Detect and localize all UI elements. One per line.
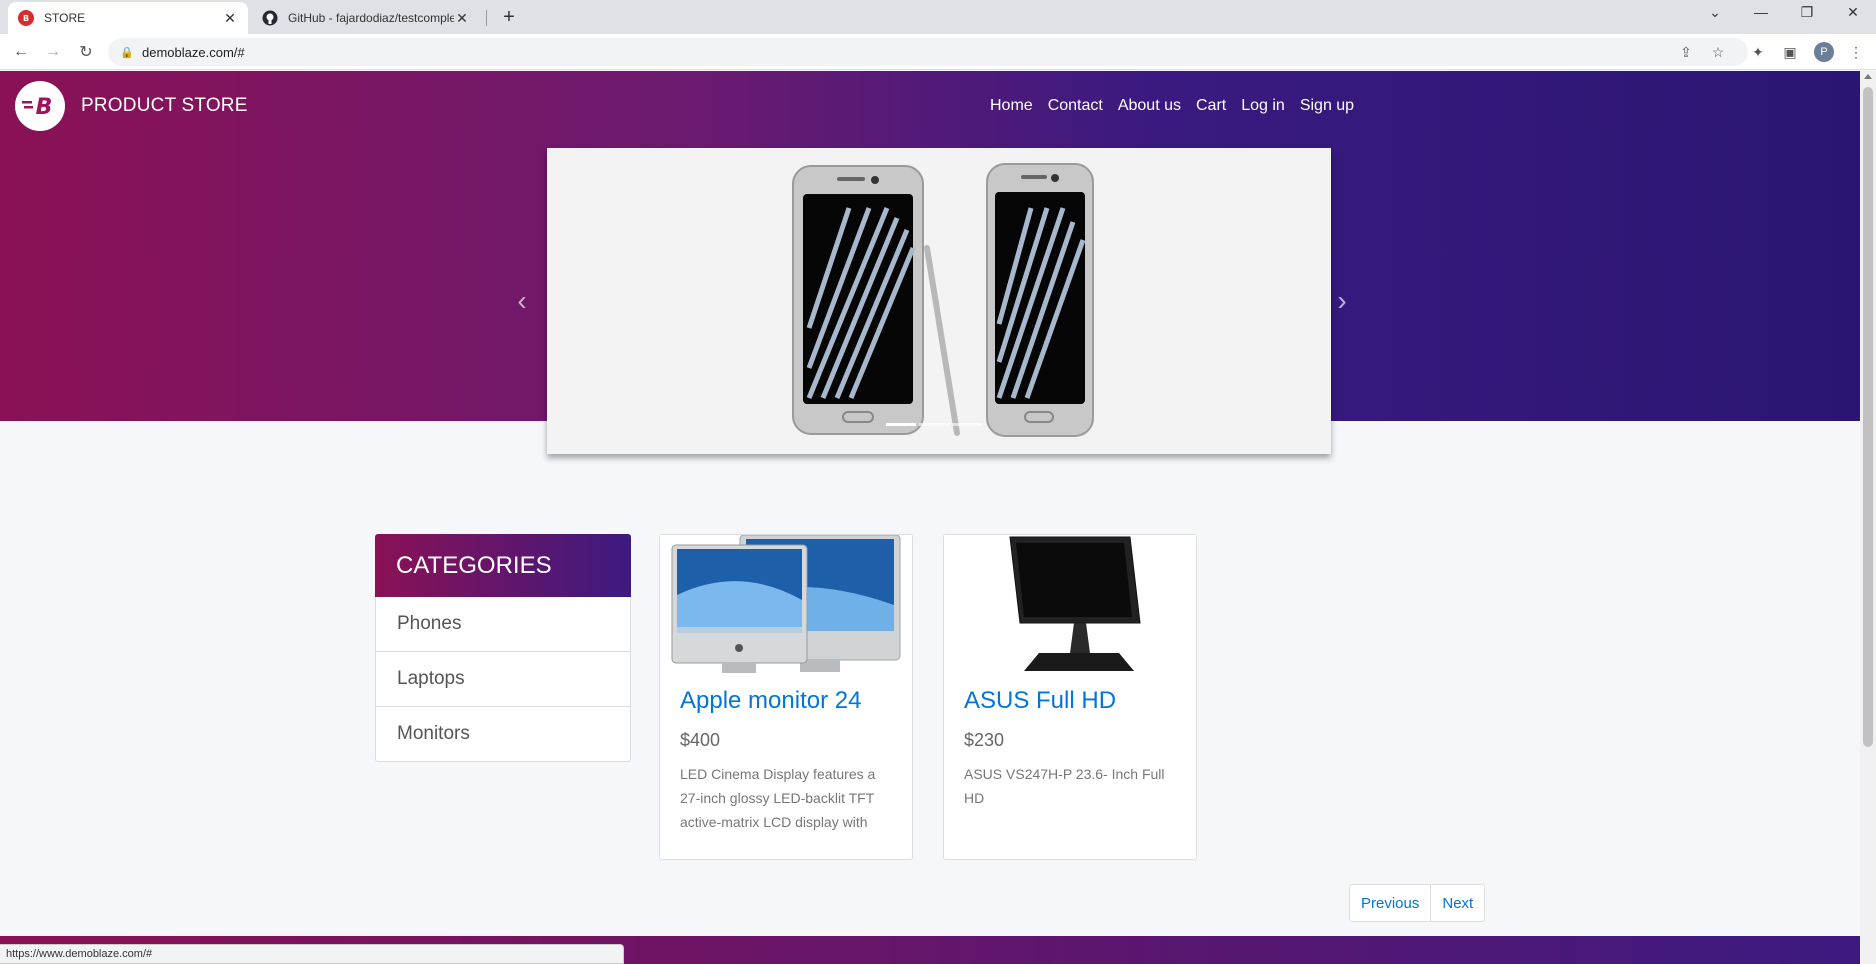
categories-panel: CATEGORIES Phones Laptops Monitors (375, 534, 631, 762)
close-tab-icon[interactable]: ✕ (454, 10, 470, 27)
restore-icon[interactable]: ❐ (1792, 4, 1822, 21)
nav-about-us[interactable]: About us (1118, 97, 1181, 115)
carousel-indicators (886, 423, 985, 426)
product-image[interactable] (944, 535, 1196, 675)
status-bar: https://www.demoblaze.com/# (0, 944, 624, 964)
brand[interactable]: B PRODUCT STORE (15, 81, 248, 131)
product-price: $230 (964, 730, 1005, 750)
tab-title: GitHub - fajardodiaz/testcomplet (288, 11, 454, 25)
carousel-next-icon[interactable]: › (1332, 285, 1352, 317)
tab-strip: B STORE ✕ GitHub - fajardodiaz/testcompl… (0, 0, 1876, 34)
svg-text:B: B (23, 14, 29, 23)
extensions-icon[interactable]: ✦ (1748, 42, 1768, 62)
close-tab-icon[interactable]: ✕ (222, 10, 238, 27)
store-favicon-icon: B (18, 10, 34, 26)
nav-log-in[interactable]: Log in (1241, 97, 1285, 115)
side-panel-icon[interactable]: ▣ (1780, 42, 1800, 62)
main-nav: Home Contact About us Cart Log in Sign u… (990, 97, 1369, 115)
github-favicon-icon (262, 10, 278, 26)
tab-separator (486, 10, 487, 26)
address-bar[interactable]: 🔒 demoblaze.com/# (108, 38, 1748, 66)
nav-contact[interactable]: Contact (1048, 97, 1103, 115)
page-viewport: B PRODUCT STORE Home Contact About us Ca… (0, 71, 1860, 964)
close-window-icon[interactable]: ✕ (1838, 4, 1868, 21)
share-icon[interactable]: ⇪ (1676, 42, 1696, 62)
reload-icon[interactable]: ↻ (74, 40, 98, 64)
carousel-slide (547, 148, 1331, 454)
nav-home[interactable]: Home (990, 97, 1033, 115)
menu-icon[interactable]: ⋮ (1846, 42, 1866, 62)
product-title[interactable]: Apple monitor 24 (680, 687, 861, 715)
nav-sign-up[interactable]: Sign up (1300, 97, 1354, 115)
product-title[interactable]: ASUS Full HD (964, 687, 1116, 715)
bookmark-star-icon[interactable]: ☆ (1708, 42, 1728, 62)
nav-cart[interactable]: Cart (1196, 97, 1226, 115)
carousel-indicator[interactable] (952, 423, 982, 426)
url-text: demoblaze.com/# (142, 44, 245, 60)
brand-name: PRODUCT STORE (81, 95, 248, 116)
product-price: $400 (680, 730, 721, 750)
category-laptops[interactable]: Laptops (375, 652, 631, 707)
tab-store[interactable]: B STORE ✕ (8, 2, 248, 34)
categories-heading: CATEGORIES (375, 534, 631, 597)
minimize-icon[interactable]: — (1746, 4, 1776, 20)
carousel-indicator[interactable] (886, 423, 916, 426)
back-icon[interactable]: ← (9, 40, 33, 64)
profile-avatar[interactable]: P (1814, 42, 1834, 62)
scrollbar-thumb[interactable] (1863, 87, 1873, 747)
carousel-indicator[interactable] (919, 423, 949, 426)
product-image[interactable] (660, 535, 912, 675)
previous-button[interactable]: Previous (1349, 884, 1432, 922)
status-url: https://www.demoblaze.com/# (6, 948, 153, 960)
brand-logo-icon: B (15, 81, 65, 131)
new-tab-icon[interactable]: + (498, 6, 520, 29)
product-description: ASUS VS247H-P 23.6- Inch Full HD (964, 766, 1165, 806)
svg-text:B: B (36, 95, 53, 120)
phone-slide-image (547, 148, 1331, 454)
tab-github[interactable]: GitHub - fajardodiaz/testcomplet ✕ (252, 2, 480, 34)
tab-search-icon[interactable]: ⌄ (1700, 4, 1730, 21)
scroll-up-icon[interactable] (1864, 74, 1872, 79)
lock-icon: 🔒 (120, 46, 134, 59)
product-card: ASUS Full HD $230 ASUS VS247H-P 23.6- In… (943, 534, 1197, 860)
category-phones[interactable]: Phones (375, 597, 631, 652)
pagination: Previous Next (1349, 884, 1486, 922)
category-monitors[interactable]: Monitors (375, 707, 631, 762)
forward-icon[interactable]: → (41, 40, 65, 64)
tab-title: STORE (44, 11, 86, 25)
carousel-prev-icon[interactable]: ‹ (512, 285, 532, 317)
next-button[interactable]: Next (1431, 884, 1486, 922)
product-description: LED Cinema Display features a 27-inch gl… (680, 766, 876, 830)
browser-toolbar: ← → ↻ 🔒 demoblaze.com/# ⇪ ☆ ✦ ▣ ⋮ (0, 34, 1876, 70)
page-scrollbar[interactable] (1860, 71, 1876, 964)
product-card: Apple monitor 24 $400 LED Cinema Display… (659, 534, 913, 860)
